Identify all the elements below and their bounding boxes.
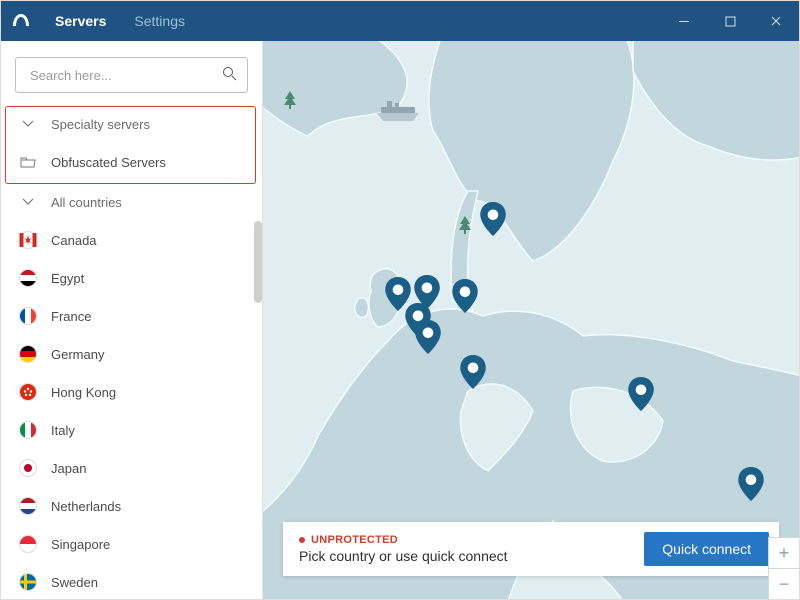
all-countries-header[interactable]: All countries <box>1 183 262 221</box>
sidebar-item-germany[interactable]: Germany <box>1 335 262 373</box>
titlebar: Servers Settings <box>1 1 799 41</box>
map-view[interactable]: UNPROTECTED Pick country or use quick co… <box>263 41 799 599</box>
search-icon <box>222 66 237 84</box>
map-pin[interactable] <box>460 355 486 389</box>
tab-servers[interactable]: Servers <box>41 1 120 41</box>
flag-hong-kong-icon <box>19 383 37 401</box>
map-pin[interactable] <box>480 202 506 236</box>
search-input[interactable] <box>15 57 248 93</box>
status-message: Pick country or use quick connect <box>299 548 508 564</box>
flag-italy-icon <box>19 421 37 439</box>
chevron-down-icon <box>19 193 37 211</box>
maximize-button[interactable] <box>707 1 753 41</box>
app-window: Servers Settings <box>0 0 800 600</box>
zoom-out-button[interactable]: − <box>769 568 799 599</box>
country-label: Singapore <box>51 537 110 552</box>
sidebar-item-netherlands[interactable]: Netherlands <box>1 487 262 525</box>
flag-netherlands-icon <box>19 497 37 515</box>
flag-france-icon <box>19 307 37 325</box>
flag-egypt-icon <box>19 269 37 287</box>
sidebar-item-egypt[interactable]: Egypt <box>1 259 262 297</box>
flag-singapore-icon <box>19 535 37 553</box>
country-label: Canada <box>51 233 97 248</box>
obfuscated-label: Obfuscated Servers <box>51 155 166 170</box>
zoom-controls: + − <box>768 537 799 599</box>
country-label: Italy <box>51 423 75 438</box>
sidebar-item-obfuscated[interactable]: Obfuscated Servers <box>1 143 262 181</box>
minimize-button[interactable] <box>661 1 707 41</box>
status-label: UNPROTECTED <box>311 534 398 546</box>
app-logo-icon <box>1 1 41 41</box>
sidebar: Specialty servers Obfuscated Servers All… <box>1 41 263 599</box>
sidebar-item-italy[interactable]: Italy <box>1 411 262 449</box>
quick-connect-button[interactable]: Quick connect <box>644 532 769 566</box>
chevron-down-icon <box>19 115 37 133</box>
map-pin[interactable] <box>738 467 764 501</box>
map-pin[interactable] <box>452 279 478 313</box>
country-label: Japan <box>51 461 86 476</box>
country-label: Egypt <box>51 271 84 286</box>
map-pin[interactable] <box>415 320 441 354</box>
all-countries-label: All countries <box>51 195 122 210</box>
sidebar-item-sweden[interactable]: Sweden <box>1 563 262 599</box>
tab-settings[interactable]: Settings <box>120 1 199 41</box>
status-dot-icon <box>299 537 305 543</box>
tree-icon <box>457 216 473 239</box>
protection-status: UNPROTECTED <box>299 534 508 546</box>
close-button[interactable] <box>753 1 799 41</box>
country-label: France <box>51 309 91 324</box>
country-label: Sweden <box>51 575 98 590</box>
flag-canada-icon <box>19 231 37 249</box>
specialty-label: Specialty servers <box>51 117 150 132</box>
sidebar-item-france[interactable]: France <box>1 297 262 335</box>
search-field[interactable] <box>28 67 222 84</box>
map-pin[interactable] <box>628 377 654 411</box>
sidebar-item-japan[interactable]: Japan <box>1 449 262 487</box>
sidebar-item-hong-kong[interactable]: Hong Kong <box>1 373 262 411</box>
flag-japan-icon <box>19 459 37 477</box>
country-label: Netherlands <box>51 499 121 514</box>
flag-sweden-icon <box>19 573 37 591</box>
country-label: Germany <box>51 347 104 362</box>
specialty-servers-header[interactable]: Specialty servers <box>1 105 262 143</box>
boat-icon <box>373 101 423 128</box>
folder-open-icon <box>19 153 37 171</box>
sidebar-item-singapore[interactable]: Singapore <box>1 525 262 563</box>
scrollbar-thumb[interactable] <box>254 221 262 303</box>
status-bar: UNPROTECTED Pick country or use quick co… <box>283 522 779 576</box>
country-label: Hong Kong <box>51 385 116 400</box>
zoom-in-button[interactable]: + <box>769 538 799 568</box>
flag-germany-icon <box>19 345 37 363</box>
server-list: Specialty servers Obfuscated Servers All… <box>1 105 262 599</box>
tree-icon <box>282 91 298 114</box>
sidebar-item-canada[interactable]: Canada <box>1 221 262 259</box>
map-landmass <box>263 41 799 599</box>
